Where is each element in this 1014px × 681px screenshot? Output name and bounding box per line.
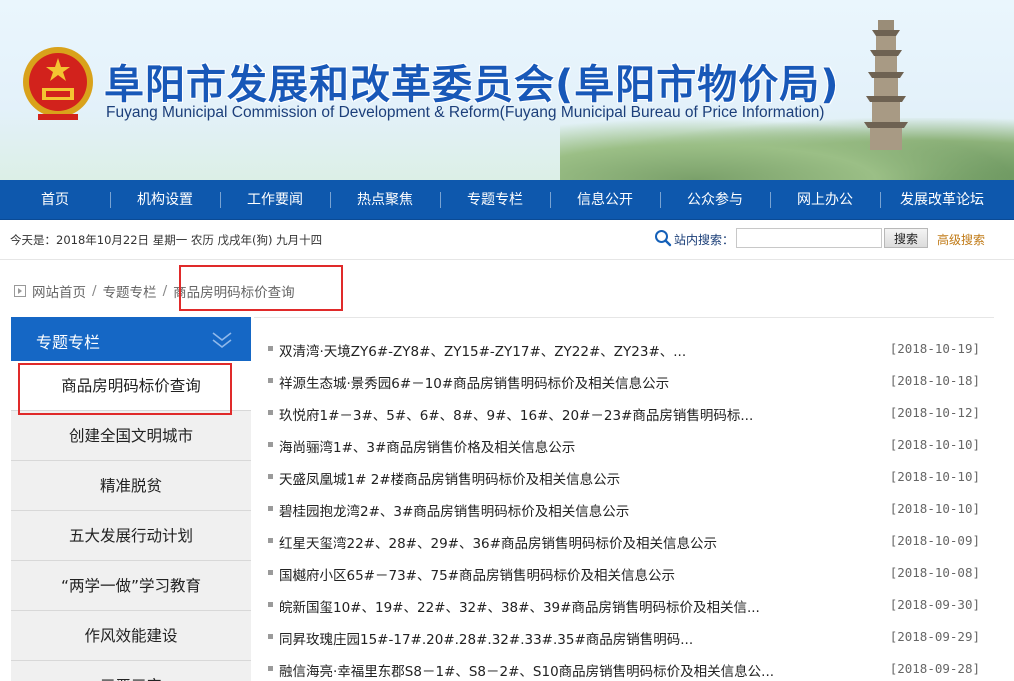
national-emblem-icon xyxy=(23,47,93,120)
list-item-date: [2018-10-08] xyxy=(889,565,980,580)
nav-item-news[interactable]: 工作要闻 xyxy=(220,180,330,220)
list-item[interactable]: 同昇玫瑰庄园15#-17#.20#.28#.32#.33#.35#商品房销售明码… xyxy=(266,624,982,656)
list-item-title[interactable]: 玖悦府1#－3#、5#、6#、8#、9#、16#、20#－23#商品房销售明码标… xyxy=(279,404,753,424)
list-item-title[interactable]: 红星天玺湾22#、28#、29#、36#商品房销售明码标价及相关信息公示 xyxy=(279,532,717,552)
search-input[interactable] xyxy=(736,228,882,248)
site-title: 阜阳市发展和改革委员会(阜阳市物价局) xyxy=(104,62,840,108)
list-item-date: [2018-10-10] xyxy=(889,469,980,484)
search-button[interactable]: 搜索 xyxy=(884,228,928,248)
sidebar-item-work-style[interactable]: 作风效能建设 xyxy=(11,611,251,661)
list-item[interactable]: 双清湾·天境ZY6#-ZY8#、ZY15#-ZY17#、ZY22#、ZY23#、… xyxy=(266,336,982,368)
list-item-title[interactable]: 祥源生态城·景秀园6#－10#商品房销售明码标价及相关信息公示 xyxy=(279,372,669,392)
nav-item-special-topics[interactable]: 专题专栏 xyxy=(440,180,550,220)
list-item[interactable]: 融信海亮·幸福里东郡S8－1#、S8－2#、S10商品房销售明码标价及相关信息公… xyxy=(266,656,982,681)
sidebar-item-civilized-city[interactable]: 创建全国文明城市 xyxy=(11,411,251,461)
highlight-box-sidebar xyxy=(18,363,232,415)
sidebar-item-five-actions[interactable]: 五大发展行动计划 xyxy=(11,511,251,561)
date-text: 今天是：2018年10月22日 星期一 农历 戊戌年(狗) 九月十四 xyxy=(10,233,323,247)
list-item-date: [2018-10-18] xyxy=(889,373,980,388)
nav-item-organization[interactable]: 机构设置 xyxy=(110,180,220,220)
list-item[interactable]: 玖悦府1#－3#、5#、6#、8#、9#、16#、20#－23#商品房销售明码标… xyxy=(266,400,982,432)
nav-item-info-disclosure[interactable]: 信息公开 xyxy=(550,180,660,220)
info-bar: 今天是：2018年10月22日 星期一 农历 戊戌年(狗) 九月十四 站内搜索：… xyxy=(0,220,1014,260)
nav-item-forum[interactable]: 发展改革论坛 xyxy=(880,180,1004,220)
list-item-date: [2018-09-30] xyxy=(889,597,980,612)
breadcrumb-home[interactable]: 网站首页 xyxy=(32,281,86,301)
list-item[interactable]: 国樾府小区65#－73#、75#商品房销售明码标价及相关信息公示 [2018-10… xyxy=(266,560,982,592)
search-label: 站内搜索： xyxy=(674,233,735,247)
nav-item-home[interactable]: 首页 xyxy=(0,180,110,220)
list-item-date: [2018-10-09] xyxy=(889,533,980,548)
list-item[interactable]: 天盛凤凰城1# 2#楼商品房销售明码标价及相关信息公示 [2018-10-10] xyxy=(266,464,982,496)
breadcrumb-section[interactable]: 专题专栏 xyxy=(103,281,157,301)
home-icon xyxy=(14,285,26,297)
chevron-down-double-icon xyxy=(212,332,232,349)
banner-hills xyxy=(560,118,1014,180)
bullet-icon xyxy=(268,602,273,607)
bullet-icon xyxy=(268,634,273,639)
nav-item-online-office[interactable]: 网上办公 xyxy=(770,180,880,220)
sidebar-title: 专题专栏 xyxy=(36,333,101,352)
list-item-date: [2018-10-19] xyxy=(889,341,980,356)
list-item-title[interactable]: 双清湾·天境ZY6#-ZY8#、ZY15#-ZY17#、ZY22#、ZY23#、… xyxy=(279,340,686,360)
bullet-icon xyxy=(268,442,273,447)
list-item-title[interactable]: 同昇玫瑰庄园15#-17#.20#.28#.32#.33#.35#商品房销售明码… xyxy=(279,628,693,648)
list-item-date: [2018-09-28] xyxy=(889,661,980,676)
list-item-title[interactable]: 国樾府小区65#－73#、75#商品房销售明码标价及相关信息公示 xyxy=(279,564,675,584)
main-nav: 首页 机构设置 工作要闻 热点聚焦 专题专栏 信息公开 公众参与 网上办公 发展… xyxy=(0,180,1014,220)
highlight-box-breadcrumb xyxy=(179,265,343,311)
sidebar-item-two-studies[interactable]: “两学一做”学习教育 xyxy=(11,561,251,611)
bullet-icon xyxy=(268,570,273,575)
bullet-icon xyxy=(268,538,273,543)
list-item-title[interactable]: 皖新国玺10#、19#、22#、32#、38#、39#商品房销售明码标价及相关信… xyxy=(279,596,760,616)
list-item[interactable]: 皖新国玺10#、19#、22#、32#、38#、39#商品房销售明码标价及相关信… xyxy=(266,592,982,624)
breadcrumb-separator: / xyxy=(92,283,97,299)
list-item-title[interactable]: 碧桂园抱龙湾2#、3#商品房销售明码标价及相关信息公示 xyxy=(279,500,629,520)
list-item-date: [2018-10-10] xyxy=(889,437,980,452)
search-icon xyxy=(655,230,672,247)
article-list: 双清湾·天境ZY6#-ZY8#、ZY15#-ZY17#、ZY22#、ZY23#、… xyxy=(266,336,982,681)
list-item-date: [2018-10-10] xyxy=(889,501,980,516)
nav-item-public-participation[interactable]: 公众参与 xyxy=(660,180,770,220)
bullet-icon xyxy=(268,506,273,511)
site-subtitle: Fuyang Municipal Commission of Developme… xyxy=(106,104,825,121)
bullet-icon xyxy=(268,346,273,351)
sidebar-item-three-stricts[interactable]: 三严三实 xyxy=(11,661,251,681)
advanced-search-link[interactable]: 高级搜索 xyxy=(937,231,985,248)
sidebar-header: 专题专栏 xyxy=(11,317,251,361)
list-item[interactable]: 海尚骊湾1#、3#商品房销售价格及相关信息公示 [2018-10-10] xyxy=(266,432,982,464)
list-item-title[interactable]: 天盛凤凰城1# 2#楼商品房销售明码标价及相关信息公示 xyxy=(279,468,620,488)
list-item-title[interactable]: 融信海亮·幸福里东郡S8－1#、S8－2#、S10商品房销售明码标价及相关信息公… xyxy=(279,660,774,680)
bullet-icon xyxy=(268,378,273,383)
content-divider xyxy=(254,317,994,318)
list-item-title[interactable]: 海尚骊湾1#、3#商品房销售价格及相关信息公示 xyxy=(279,436,575,456)
pagoda-icon xyxy=(864,20,908,150)
breadcrumb-separator: / xyxy=(162,283,168,299)
list-item[interactable]: 祥源生态城·景秀园6#－10#商品房销售明码标价及相关信息公示 [2018-10-… xyxy=(266,368,982,400)
sidebar-item-poverty-alleviation[interactable]: 精准脱贫 xyxy=(11,461,251,511)
list-item[interactable]: 红星天玺湾22#、28#、29#、36#商品房销售明码标价及相关信息公示 [201… xyxy=(266,528,982,560)
list-item[interactable]: 碧桂园抱龙湾2#、3#商品房销售明码标价及相关信息公示 [2018-10-10] xyxy=(266,496,982,528)
list-item-date: [2018-10-12] xyxy=(889,405,980,420)
bullet-icon xyxy=(268,474,273,479)
list-item-date: [2018-09-29] xyxy=(889,629,980,644)
bullet-icon xyxy=(268,410,273,415)
bullet-icon xyxy=(268,666,273,671)
header-banner: 阜阳市发展和改革委员会(阜阳市物价局) Fuyang Municipal Com… xyxy=(0,0,1014,180)
nav-item-hot-topics[interactable]: 热点聚焦 xyxy=(330,180,440,220)
